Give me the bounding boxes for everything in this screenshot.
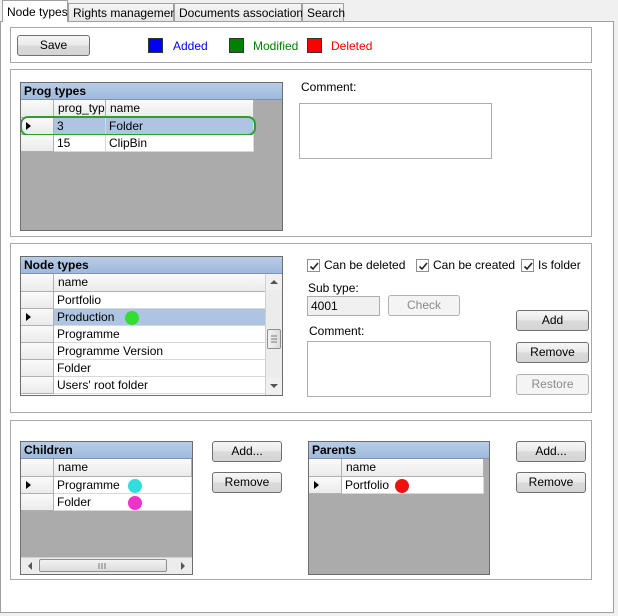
tab-search[interactable]: Search [302,3,345,22]
remove-parent-button[interactable]: Remove [516,472,586,493]
scroll-right-icon[interactable] [176,559,190,573]
child-status-dot [128,479,142,493]
parent-status-dot [395,479,409,493]
save-button[interactable]: Save [17,35,90,56]
column-header-name[interactable]: name [54,459,192,477]
list-item[interactable]: Programme Version [54,343,266,360]
remove-child-button[interactable]: Remove [212,472,282,493]
can-be-created-checkbox[interactable] [416,259,429,272]
column-header-name[interactable]: name [54,274,266,292]
can-be-deleted-checkbox[interactable] [307,259,320,272]
row-header[interactable] [21,477,54,494]
node-comment-label: Comment: [309,324,365,338]
can-be-created-label: Can be created [433,258,516,272]
prog-types-grid[interactable]: Prog types prog_typ name 3 Folder 15 Cli… [20,82,283,231]
remove-node-type-button[interactable]: Remove [516,342,589,363]
current-row-arrow-icon [314,481,319,489]
restore-node-type-button[interactable]: Restore [516,374,589,395]
added-label: Added [173,39,208,53]
sub-type-field[interactable]: 4001 [307,296,380,316]
node-comment-field[interactable] [307,341,491,397]
prog-types-group: Prog types prog_typ name 3 Folder 15 Cli… [10,69,592,237]
row-header[interactable] [21,309,54,326]
node-types-vscrollbar[interactable] [265,274,282,395]
tab-rights-management[interactable]: Rights management [68,3,180,22]
node-types-caption: Node types [21,257,282,274]
tab-documents-associations[interactable]: Documents associations [174,3,309,22]
row-header-corner [21,274,54,292]
scroll-left-icon[interactable] [23,559,37,573]
row-header[interactable] [21,292,54,309]
list-item[interactable]: Portfolio [54,292,266,309]
parents-grid[interactable]: Parents name Portfolio [308,441,490,575]
row-header[interactable] [309,477,342,494]
list-item[interactable]: Programme [54,326,266,343]
current-row-arrow-icon [26,313,31,321]
can-be-deleted-label: Can be deleted [324,258,406,272]
child-status-dot [128,496,142,510]
node-types-group: Node types name Portfolio Production Pro… [10,243,592,413]
scroll-down-icon[interactable] [266,378,282,394]
scroll-thumb[interactable] [39,559,167,572]
prog-comment-label: Comment: [301,80,357,94]
check-button[interactable]: Check [388,295,460,316]
node-types-grid[interactable]: Node types name Portfolio Production Pro… [20,256,283,396]
sub-type-label: Sub type: [308,281,359,295]
add-parent-button[interactable]: Add... [516,441,586,462]
add-node-type-button[interactable]: Add [516,310,589,331]
selected-row-highlight [21,116,256,136]
row-header[interactable] [21,326,54,343]
relations-group: Children name Programme Folder Add... Re… [10,420,592,580]
modified-status-dot [125,311,139,325]
tab-node-types[interactable]: Node types [2,0,68,22]
deleted-label: Deleted [331,39,373,53]
prog-comment-field[interactable] [299,103,492,159]
list-item[interactable]: Folder [54,494,192,511]
list-item[interactable]: Users' root folder [54,377,266,394]
children-hscrollbar[interactable] [21,557,192,574]
list-item[interactable]: Programme [54,477,192,494]
row-header-corner [21,459,54,477]
children-grid[interactable]: Children name Programme Folder [20,441,193,575]
list-item[interactable]: Production [54,309,266,326]
is-folder-label: Is folder [538,258,581,272]
table-cell[interactable]: ClipBin [106,135,254,152]
toolbar-group: Save Added Modified Deleted [10,27,592,63]
current-row-arrow-icon [26,481,31,489]
scroll-thumb[interactable] [267,329,281,349]
add-child-button[interactable]: Add... [212,441,282,462]
tab-strip: Node types Rights management Documents a… [0,0,618,22]
scroll-up-icon[interactable] [266,274,282,290]
tab-page: Save Added Modified Deleted Prog types p… [0,21,614,613]
table-cell[interactable]: 15 [54,135,106,152]
row-header[interactable] [21,343,54,360]
added-swatch [148,38,163,53]
modified-swatch [229,38,244,53]
row-header[interactable] [21,494,54,511]
column-header-name[interactable]: name [342,459,484,477]
prog-types-caption: Prog types [21,83,282,100]
row-header[interactable] [21,135,54,152]
deleted-swatch [307,38,322,53]
parents-caption: Parents [309,442,489,459]
row-header[interactable] [21,360,54,377]
list-item[interactable]: Folder [54,360,266,377]
row-header-corner [309,459,342,477]
row-header[interactable] [21,377,54,394]
modified-label: Modified [253,39,299,53]
children-caption: Children [21,442,192,459]
list-item[interactable]: Portfolio [342,477,484,494]
is-folder-checkbox[interactable] [521,259,534,272]
